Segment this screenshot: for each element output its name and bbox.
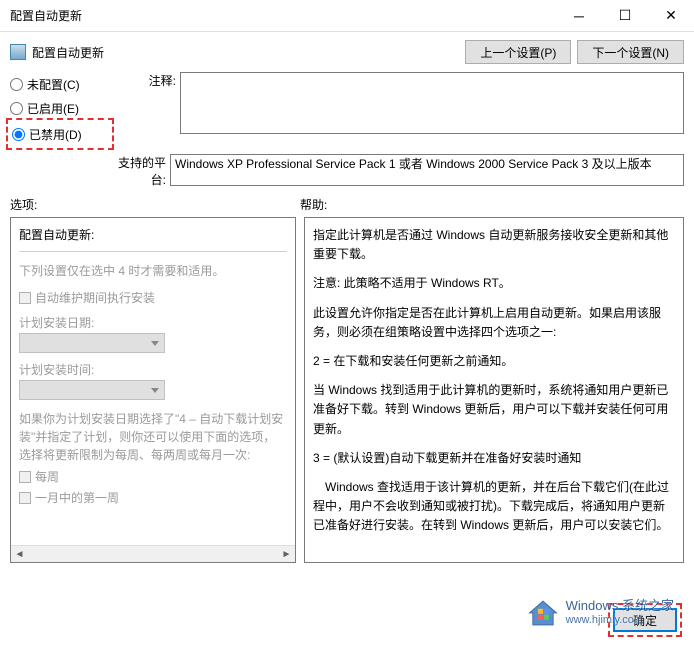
page-title: 配置自动更新 — [32, 44, 459, 61]
schedule-time-select — [19, 380, 165, 400]
close-button[interactable]: ✕ — [648, 0, 694, 32]
help-paragraph: 3 = (默认设置)自动下载更新并在准备好安装时通知 — [313, 449, 675, 468]
radio-disabled[interactable]: 已禁用(D) — [12, 122, 108, 146]
help-paragraph: Windows 查找适用于该计算机的更新，并在后台下载它们(在此过程中，用户不会… — [313, 478, 675, 536]
schedule-day-label: 计划安装日期: — [19, 314, 287, 331]
options-note: 下列设置仅在选中 4 时才需要和适用。 — [19, 262, 287, 279]
options-label: 选项: — [10, 196, 300, 213]
options-heading: 配置自动更新: — [19, 226, 287, 243]
next-setting-button[interactable]: 下一个设置(N) — [577, 40, 684, 64]
maximize-button[interactable]: ☐ — [602, 0, 648, 32]
platform-label: 支持的平台: — [110, 154, 170, 188]
weekly-checkbox: 每周 — [19, 468, 287, 485]
horizontal-scrollbar[interactable]: ◄ ► — [11, 545, 295, 562]
radio-not-configured[interactable]: 未配置(C) — [10, 72, 110, 96]
radio-enabled[interactable]: 已启用(E) — [10, 96, 110, 120]
comment-textarea[interactable] — [180, 72, 684, 134]
titlebar-buttons: ─ ☐ ✕ — [556, 0, 694, 32]
option4-intro: 如果你为计划安装日期选择了"4 – 自动下载计划安装"并指定了计划，则你还可以使… — [19, 410, 287, 464]
schedule-time-label: 计划安装时间: — [19, 361, 287, 378]
options-pane: 配置自动更新: 下列设置仅在选中 4 时才需要和适用。 自动维护期间执行安装 计… — [10, 217, 296, 563]
supported-platform-box[interactable]: Windows XP Professional Service Pack 1 或… — [170, 154, 684, 186]
radio-group: 未配置(C) 已启用(E) 已禁用(D) — [10, 72, 110, 148]
window-title: 配置自动更新 — [10, 7, 556, 24]
help-paragraph: 2 = 在下载和安装任何更新之前通知。 — [313, 352, 675, 371]
policy-icon — [10, 44, 26, 60]
schedule-day-select — [19, 333, 165, 353]
comment-label: 注释: — [120, 72, 180, 134]
prev-setting-button[interactable]: 上一个设置(P) — [465, 40, 571, 64]
ok-button[interactable]: 确定 — [613, 608, 677, 632]
help-paragraph: 当 Windows 找到适用于此计算机的更新时，系统将通知用户更新已准备好下载。… — [313, 381, 675, 439]
titlebar: 配置自动更新 ─ ☐ ✕ — [0, 0, 694, 32]
help-label: 帮助: — [300, 196, 684, 213]
help-paragraph: 注意: 此策略不适用于 Windows RT。 — [313, 274, 675, 293]
help-pane: 指定此计算机是否通过 Windows 自动更新服务接收安全更新和其他重要下载。 … — [304, 217, 684, 563]
scroll-right-icon[interactable]: ► — [278, 546, 295, 562]
help-paragraph: 指定此计算机是否通过 Windows 自动更新服务接收安全更新和其他重要下载。 — [313, 226, 675, 264]
first-week-checkbox: 一月中的第一周 — [19, 489, 287, 506]
scroll-left-icon[interactable]: ◄ — [11, 546, 28, 562]
auto-maintenance-checkbox: 自动维护期间执行安装 — [19, 289, 287, 306]
minimize-button[interactable]: ─ — [556, 0, 602, 32]
help-paragraph: 此设置允许你指定是否在此计算机上启用自动更新。如果启用该服务，则必须在组策略设置… — [313, 304, 675, 342]
house-logo-icon — [526, 599, 560, 627]
